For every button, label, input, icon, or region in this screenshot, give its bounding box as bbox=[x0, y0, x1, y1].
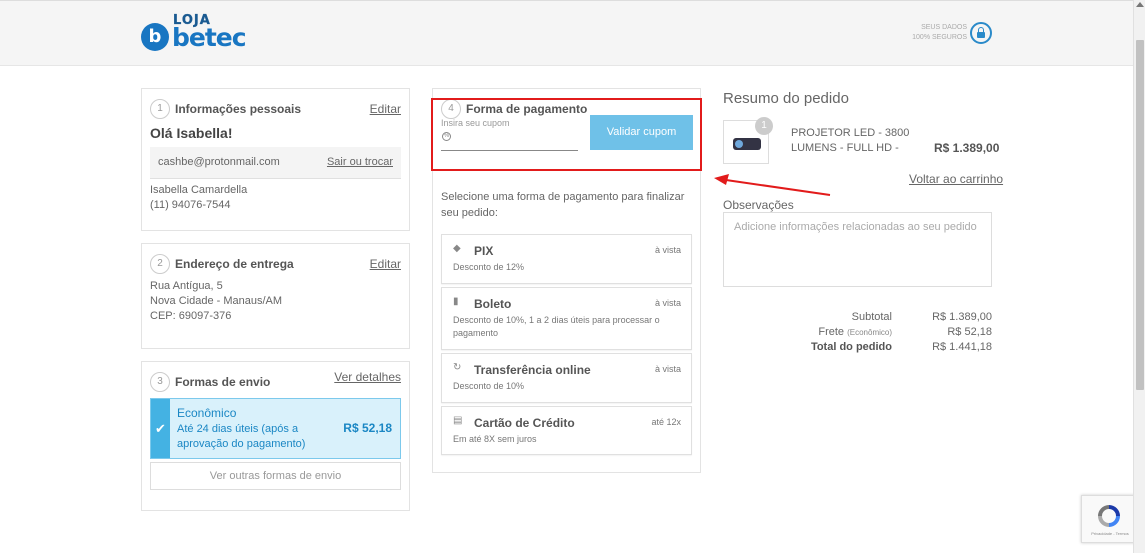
total-label: Total do pedido bbox=[810, 341, 892, 353]
customer-name: Isabella Camardella bbox=[150, 184, 248, 196]
address-title: Endereço de entrega bbox=[175, 257, 294, 271]
freight-value: R$ 52,18 bbox=[947, 326, 992, 338]
other-shipping-button[interactable]: Ver outras formas de envio bbox=[150, 462, 401, 490]
edit-address-link[interactable]: Editar bbox=[370, 257, 401, 271]
step-number: 1 bbox=[150, 99, 170, 119]
subtotal-value: R$ 1.389,00 bbox=[932, 311, 992, 323]
recaptcha-badge[interactable]: Privacidade - Termos bbox=[1081, 495, 1137, 543]
back-to-cart-link[interactable]: Voltar ao carrinho bbox=[909, 172, 1003, 186]
payment-option-name: PIX bbox=[474, 244, 494, 258]
store-logo[interactable]: b LOJA betec bbox=[141, 13, 251, 53]
product-price: R$ 1.389,00 bbox=[934, 141, 1000, 155]
payment-option-transfer[interactable]: ↻ Transferência online à vista Desconto … bbox=[441, 353, 692, 403]
secure-line-2: 100% SEGUROS bbox=[912, 34, 967, 41]
payment-option-name: Cartão de Crédito bbox=[474, 416, 575, 430]
logo-mark: b bbox=[141, 23, 169, 51]
projector-lens bbox=[735, 140, 743, 148]
lock-icon bbox=[970, 22, 992, 44]
address-line-2: Nova Cidade - Manaus/AM bbox=[150, 295, 283, 307]
scroll-up-icon[interactable] bbox=[1136, 2, 1144, 7]
transfer-icon: ↻ bbox=[453, 362, 462, 373]
payment-option-badge: até 12x bbox=[651, 417, 681, 427]
personal-info-card: 1 Informações pessoais Editar Olá Isabel… bbox=[141, 88, 410, 231]
barcode-icon: ▮ bbox=[453, 296, 459, 307]
personal-info-title: Informações pessoais bbox=[175, 102, 302, 116]
scrollbar-thumb[interactable] bbox=[1136, 40, 1144, 390]
total-value: R$ 1.441,18 bbox=[932, 341, 992, 353]
customer-phone: (11) 94076-7544 bbox=[150, 199, 231, 211]
delivery-address-card: 2 Endereço de entrega Editar Rua Antígua… bbox=[141, 243, 410, 349]
annotation-arrow-icon bbox=[714, 174, 831, 196]
summary-title: Resumo do pedido bbox=[723, 90, 849, 107]
total-row: Total do pedido R$ 1.441,18 bbox=[723, 341, 992, 355]
page-scrollbar[interactable] bbox=[1133, 0, 1145, 553]
step-number: 3 bbox=[150, 372, 170, 392]
step-number: 2 bbox=[150, 254, 170, 274]
freight-label-group: Frete (Econômico) bbox=[818, 326, 892, 338]
address-line-1: Rua Antígua, 5 bbox=[150, 280, 223, 292]
email-box: cashbe@protonmail.com Sair ou trocar bbox=[150, 147, 401, 179]
address-line-3: CEP: 69097-376 bbox=[150, 310, 232, 322]
payment-option-boleto[interactable]: ▮ Boleto à vista Desconto de 10%, 1 a 2 … bbox=[441, 287, 692, 350]
credit-card-icon: ▤ bbox=[453, 415, 463, 426]
shipping-details-link[interactable]: Ver detalhes bbox=[334, 370, 401, 384]
recaptcha-icon bbox=[1098, 505, 1120, 527]
email-text: cashbe@protonmail.com bbox=[158, 156, 280, 168]
greeting: Olá Isabella! bbox=[150, 125, 233, 141]
shipping-title: Formas de envio bbox=[175, 375, 271, 389]
check-icon: ✔ bbox=[151, 399, 170, 458]
product-quantity-badge: 1 bbox=[755, 117, 773, 135]
freight-label: Frete bbox=[818, 326, 845, 338]
payment-option-desc: Em até 8X sem juros bbox=[453, 434, 537, 444]
shipping-option-name: Econômico bbox=[177, 406, 237, 420]
recaptcha-text: Privacidade - Termos bbox=[1091, 531, 1129, 536]
logo-main-text: betec bbox=[172, 23, 247, 52]
secure-line-1: SEUS DADOS bbox=[921, 24, 967, 31]
subtotal-label: Subtotal bbox=[851, 311, 892, 323]
pix-icon: ◆ bbox=[453, 243, 461, 254]
payment-intro: Selecione uma forma de pagamento para fi… bbox=[441, 191, 685, 219]
notes-textarea[interactable] bbox=[723, 212, 992, 287]
freight-row: Frete (Econômico) R$ 52,18 bbox=[723, 326, 992, 340]
payment-option-desc: Desconto de 10%, 1 a 2 dias úteis para p… bbox=[453, 315, 660, 338]
sign-out-link[interactable]: Sair ou trocar bbox=[327, 156, 393, 168]
subtotal-row: Subtotal R$ 1.389,00 bbox=[723, 311, 992, 325]
payment-option-name: Boleto bbox=[474, 297, 512, 311]
notes-label: Observações bbox=[723, 198, 794, 212]
edit-personal-link[interactable]: Editar bbox=[370, 102, 401, 116]
payment-option-badge: à vista bbox=[654, 298, 681, 308]
header: b LOJA betec SEUS DADOS 100% SEGUROS bbox=[0, 0, 1133, 66]
freight-note: (Econômico) bbox=[847, 328, 892, 337]
shipping-option-economico[interactable]: ✔ Econômico Até 24 dias úteis (após a ap… bbox=[150, 398, 401, 459]
highlight-annotation-box bbox=[431, 98, 702, 171]
payment-option-badge: à vista bbox=[654, 364, 681, 374]
shipping-option-price: R$ 52,18 bbox=[343, 421, 392, 435]
payment-option-name: Transferência online bbox=[474, 363, 591, 377]
secure-notice: SEUS DADOS 100% SEGUROS bbox=[895, 23, 967, 43]
payment-option-badge: à vista bbox=[654, 245, 681, 255]
payment-option-credit-card[interactable]: ▤ Cartão de Crédito até 12x Em até 8X se… bbox=[441, 406, 692, 455]
product-name: PROJETOR LED - 3800 LUMENS - FULL HD - bbox=[791, 127, 910, 154]
shipping-card: 3 Formas de envio Ver detalhes ✔ Econômi… bbox=[141, 361, 410, 511]
shipping-option-desc: Até 24 dias úteis (após a aprovação do p… bbox=[177, 423, 306, 450]
payment-option-desc: Desconto de 12% bbox=[453, 262, 525, 272]
payment-option-pix[interactable]: ◆ PIX à vista Desconto de 12% bbox=[441, 234, 692, 284]
payment-option-desc: Desconto de 10% bbox=[453, 381, 525, 391]
